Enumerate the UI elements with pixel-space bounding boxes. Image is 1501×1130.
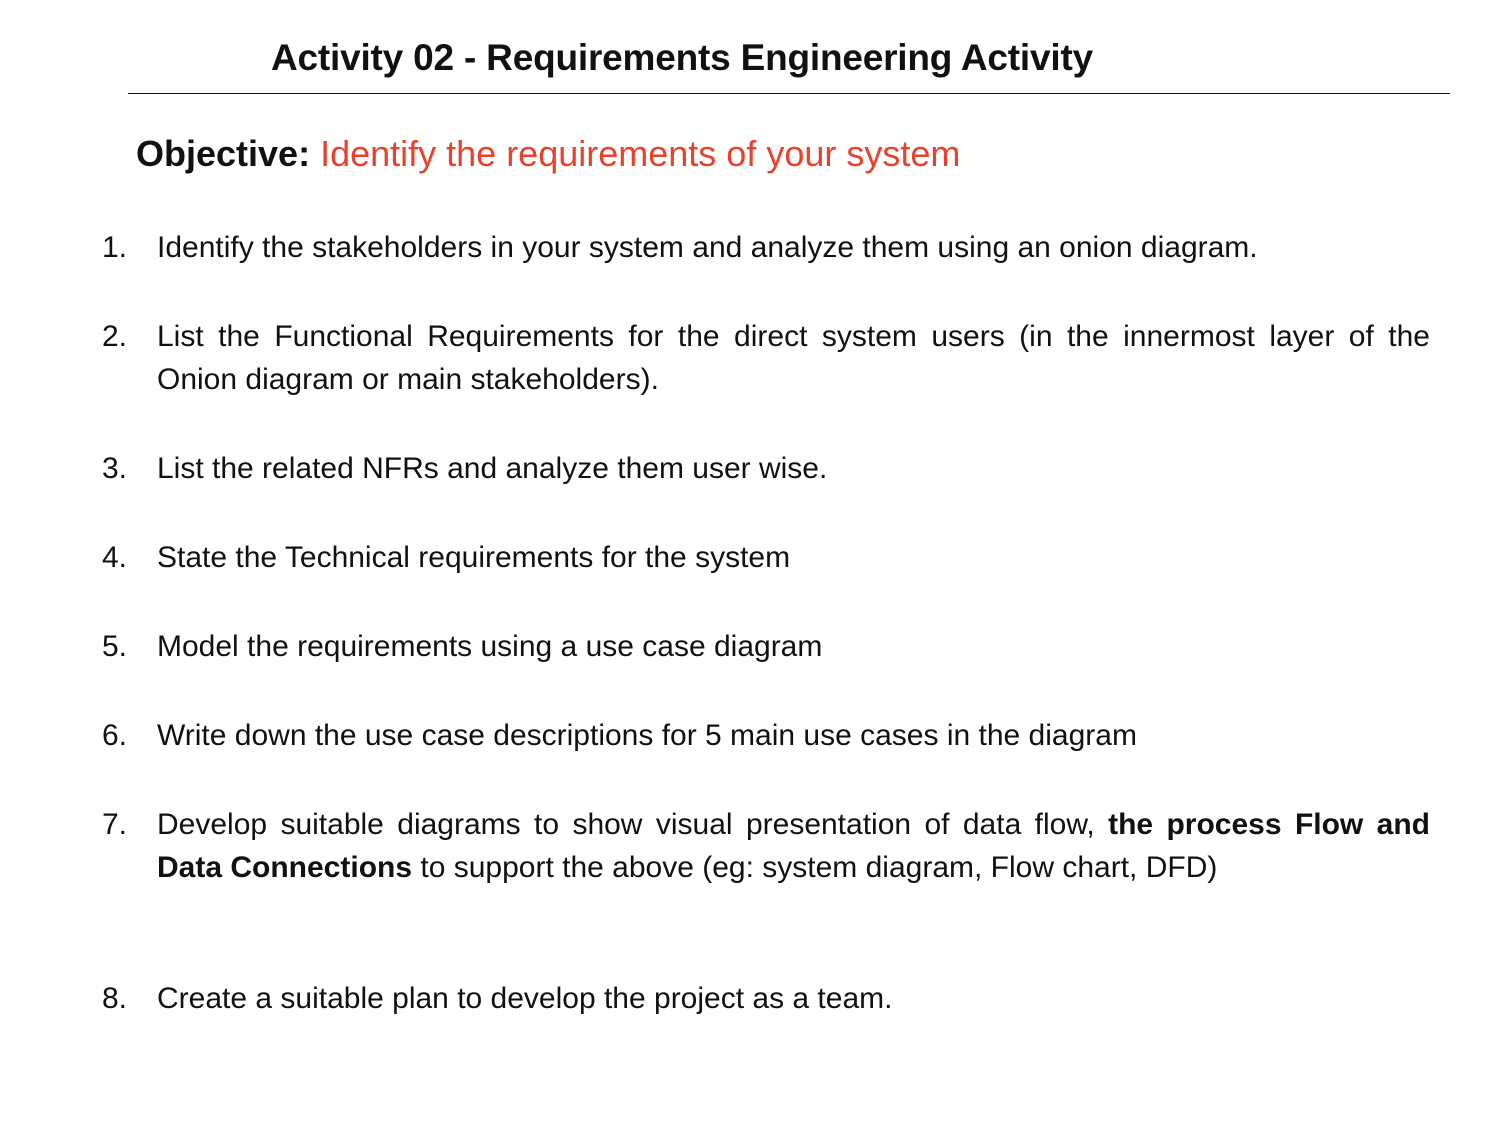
- list-item-4: 4. State the Technical requirements for …: [102, 536, 1430, 579]
- list-item-text-after: to support the above (eg: system diagram…: [420, 851, 1218, 884]
- list-item-text: Model the requirements using a use case …: [157, 630, 823, 663]
- list-item-3: 3. List the related NFRs and analyze the…: [102, 447, 1430, 490]
- objective-text: Identify the requirements of your system: [320, 133, 961, 174]
- list-item-text: Develop suitable diagrams to show visual…: [157, 803, 1430, 889]
- list-item-number: 8.: [102, 982, 128, 1015]
- list-item-text: List the Functional Requirements for the…: [157, 320, 1430, 396]
- list-item-7: 7. Develop suitable diagrams to show vis…: [102, 803, 1430, 889]
- objective: Objective: Identify the requirements of …: [136, 132, 960, 176]
- list-item-6: 6. Write down the use case descriptions …: [102, 714, 1430, 757]
- objective-label: Objective:: [136, 133, 311, 174]
- list-item-text: Create a suitable plan to develop the pr…: [157, 982, 893, 1015]
- title-divider: [128, 93, 1450, 94]
- list-item-2: 2. List the Functional Requirements for …: [102, 315, 1430, 401]
- list-item-number: 7.: [102, 808, 128, 841]
- list-item-1: 1. Identify the stakeholders in your sys…: [102, 226, 1430, 269]
- list-item-number: 1.: [102, 231, 128, 264]
- list-item-text-before: Develop suitable diagrams to show visual…: [157, 808, 1095, 841]
- list-item-number: 2.: [102, 320, 128, 353]
- list-item-text: Write down the use case descriptions for…: [157, 719, 1137, 752]
- list-item-number: 4.: [102, 541, 128, 574]
- list-item-text: State the Technical requirements for the…: [157, 541, 791, 574]
- list-item-text: Identify the stakeholders in your system…: [157, 231, 1258, 264]
- list-item-text: List the related NFRs and analyze them u…: [157, 452, 828, 485]
- page-title: Activity 02 - Requirements Engineering A…: [271, 37, 1093, 78]
- list-item-number: 5.: [102, 630, 128, 663]
- list-item-number: 3.: [102, 452, 128, 485]
- list-item-8: 8. Create a suitable plan to develop the…: [102, 977, 1430, 1020]
- list-item-number: 6.: [102, 719, 128, 752]
- list-item-5: 5. Model the requirements using a use ca…: [102, 625, 1430, 668]
